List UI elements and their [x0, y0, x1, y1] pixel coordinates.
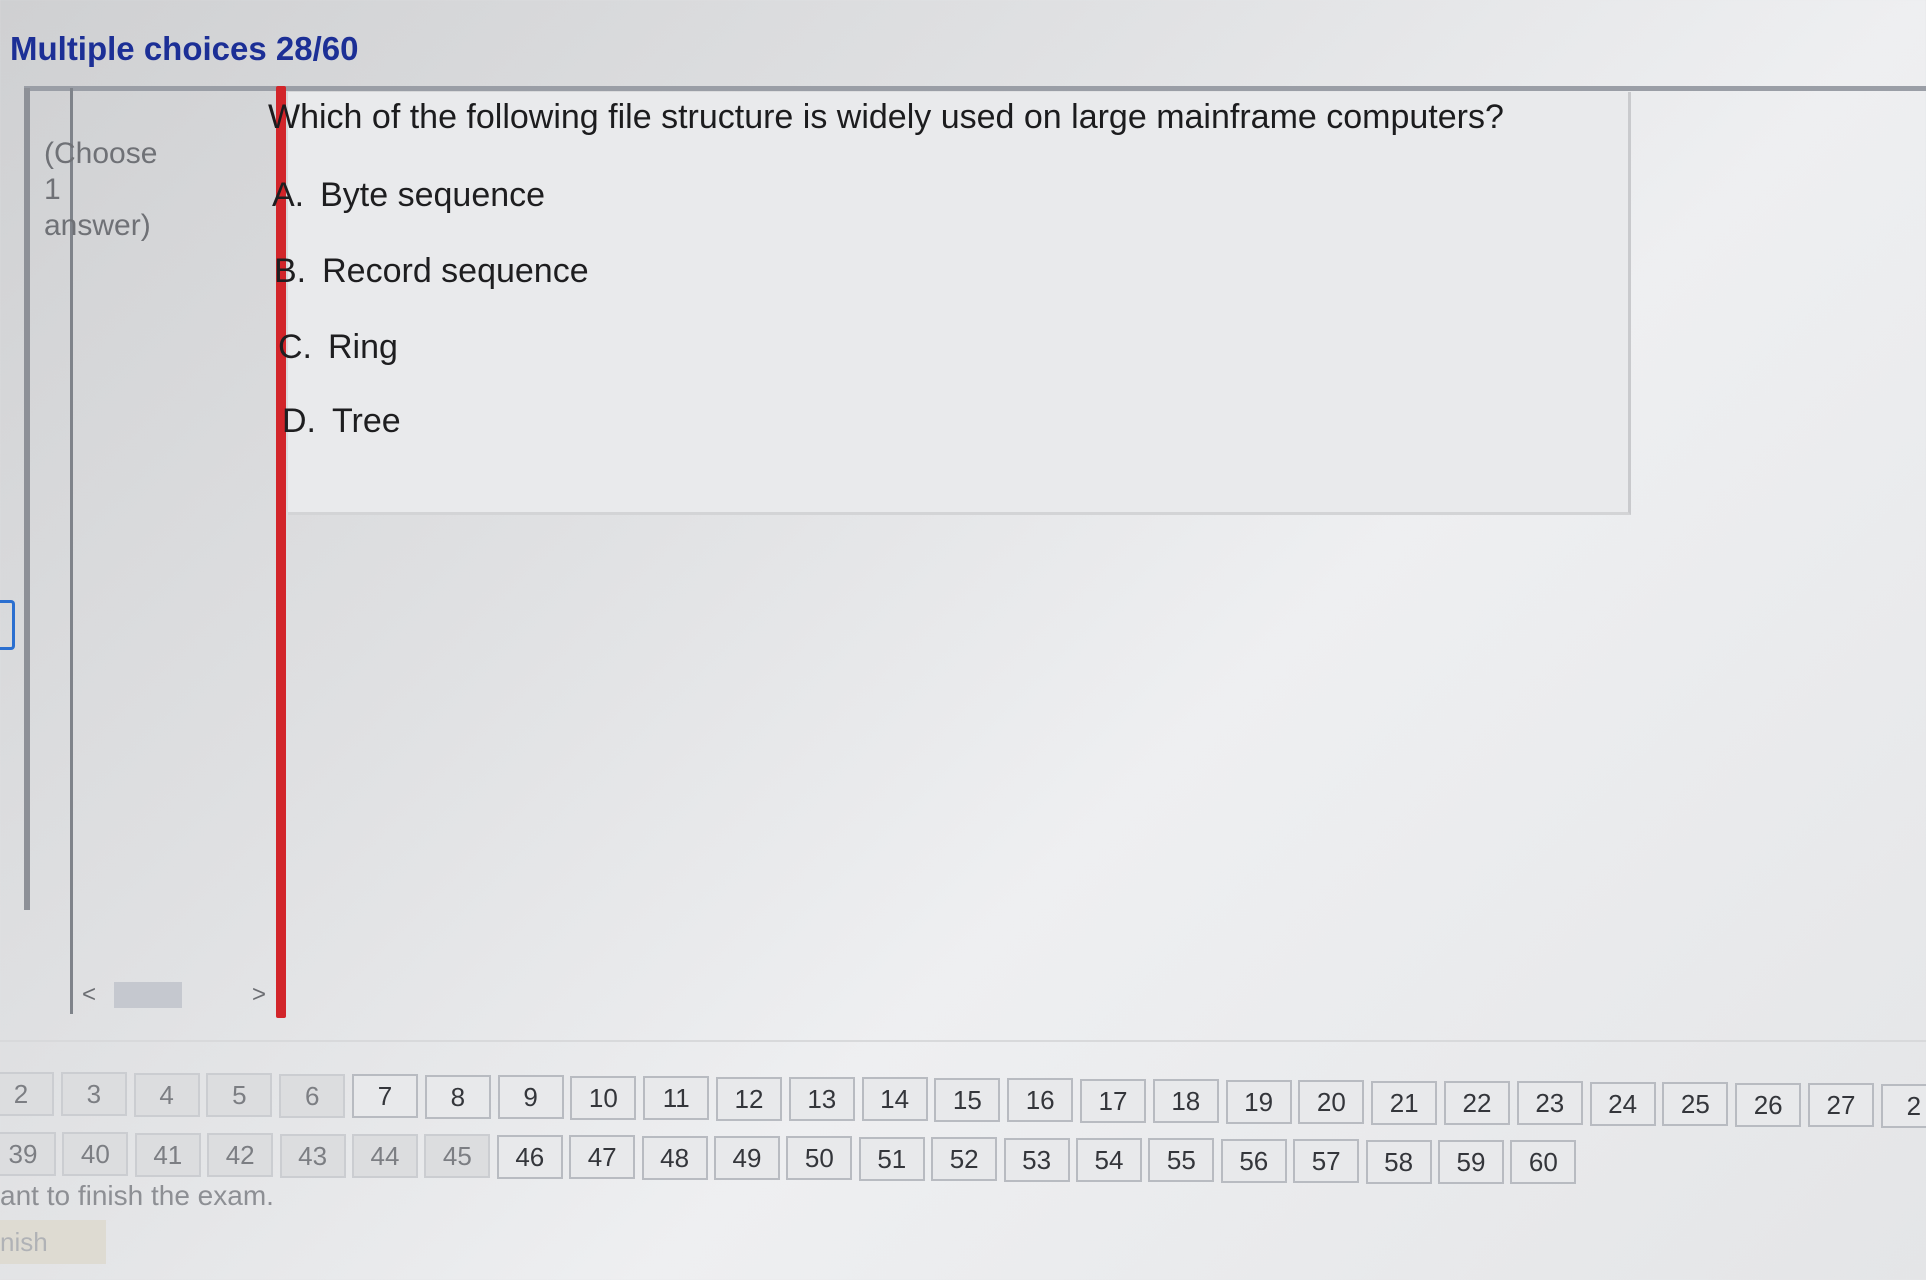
question-nav-button[interactable]: 2	[0, 1072, 54, 1116]
question-nav-button[interactable]: 14	[861, 1077, 928, 1122]
question-text: Which of the following file structure is…	[268, 98, 1504, 136]
question-nav-button[interactable]: 55	[1148, 1138, 1215, 1183]
option-letter: C.	[278, 328, 312, 366]
panel-splitter[interactable]	[276, 86, 286, 1018]
question-nav-button[interactable]: 41	[134, 1132, 201, 1177]
question-nav-button[interactable]: 54	[1076, 1138, 1142, 1182]
scroll-left-arrow[interactable]: <	[82, 978, 96, 1012]
question-nav-button[interactable]: 40	[62, 1132, 129, 1177]
question-nav-button[interactable]: 53	[1003, 1137, 1070, 1182]
option-label: Record sequence	[322, 252, 589, 290]
question-nav-button[interactable]: 8	[424, 1074, 491, 1119]
sidebar-frame	[24, 88, 30, 910]
question-nav-button[interactable]: 11	[643, 1076, 710, 1121]
option-letter: B.	[274, 252, 307, 290]
header-divider	[24, 86, 1926, 91]
option-a[interactable]: A. Byte sequence	[272, 176, 545, 215]
question-nav-button[interactable]: 4	[133, 1072, 200, 1117]
sidebar-horizontal-scrollbar[interactable]: < >	[78, 978, 276, 1012]
option-label: Ring	[328, 328, 398, 366]
question-panel	[288, 92, 1631, 515]
answer-instruction: (Choose 1 answer)	[44, 137, 158, 242]
option-label: Tree	[332, 402, 401, 440]
question-nav-button[interactable]: 23	[1516, 1081, 1583, 1126]
question-nav-button[interactable]: 56	[1220, 1138, 1287, 1183]
option-b[interactable]: B. Record sequence	[274, 252, 589, 291]
question-nav-button[interactable]: 57	[1293, 1139, 1360, 1184]
question-nav-button[interactable]: 9	[497, 1075, 564, 1120]
question-nav-button[interactable]: 24	[1589, 1081, 1656, 1126]
option-c[interactable]: C. Ring	[278, 328, 398, 367]
question-nav-button[interactable]: 26	[1735, 1082, 1802, 1127]
question-nav-button[interactable]: 27	[1808, 1083, 1874, 1128]
option-letter: D.	[282, 402, 316, 440]
question-nav-button[interactable]: 20	[1298, 1080, 1365, 1125]
page-title: Multiple choices 28/60	[10, 30, 359, 67]
question-nav-button[interactable]: 49	[714, 1136, 780, 1180]
option-letter: A.	[272, 176, 305, 214]
question-nav-button[interactable]: 5	[206, 1073, 273, 1118]
question-nav-button[interactable]: 3	[60, 1072, 127, 1117]
question-nav-button[interactable]: 19	[1225, 1079, 1292, 1124]
question-nav-button[interactable]: 50	[786, 1136, 853, 1181]
question-nav-button[interactable]: 45	[424, 1134, 491, 1179]
scroll-thumb[interactable]	[114, 982, 182, 1008]
question-nav-button[interactable]: 60	[1510, 1140, 1577, 1185]
question-nav-button[interactable]: 21	[1371, 1080, 1438, 1125]
question-nav-button[interactable]: 16	[1007, 1078, 1074, 1123]
question-nav-button[interactable]: 59	[1438, 1140, 1504, 1184]
question-nav-button[interactable]: 25	[1662, 1082, 1729, 1127]
finish-button[interactable]: nish	[0, 1220, 106, 1264]
question-nav-button[interactable]: 18	[1152, 1079, 1219, 1124]
question-nav-button[interactable]: 48	[641, 1135, 708, 1180]
question-nav-button[interactable]: 6	[279, 1073, 346, 1118]
scroll-right-arrow[interactable]: >	[252, 978, 266, 1012]
question-nav-button[interactable]: 2	[1880, 1083, 1926, 1128]
question-nav-button[interactable]: 46	[496, 1134, 563, 1179]
question-nav-button[interactable]: 58	[1365, 1139, 1432, 1184]
question-nav-button[interactable]: 51	[858, 1136, 925, 1181]
finish-prompt: ant to finish the exam.	[0, 1180, 274, 1211]
question-nav-button[interactable]: 39	[0, 1132, 56, 1176]
question-nav-button[interactable]: 13	[788, 1076, 855, 1121]
side-handle[interactable]	[0, 600, 15, 650]
question-nav-button[interactable]: 47	[569, 1135, 636, 1180]
option-d[interactable]: D. Tree	[282, 402, 401, 441]
question-nav-button[interactable]: 15	[934, 1077, 1001, 1122]
question-nav-button[interactable]: 7	[352, 1074, 418, 1119]
question-nav-button[interactable]: 43	[279, 1133, 346, 1178]
option-label: Byte sequence	[320, 176, 546, 214]
navigation-divider	[0, 1040, 1926, 1042]
question-nav-button[interactable]: 12	[716, 1076, 782, 1121]
question-nav-button[interactable]: 17	[1080, 1078, 1146, 1123]
question-nav-button[interactable]: 22	[1444, 1081, 1510, 1125]
question-nav-button[interactable]: 42	[207, 1133, 274, 1178]
question-nav-button[interactable]: 10	[570, 1075, 637, 1120]
question-nav-button[interactable]: 52	[931, 1137, 998, 1182]
question-nav-button[interactable]: 44	[352, 1134, 418, 1178]
